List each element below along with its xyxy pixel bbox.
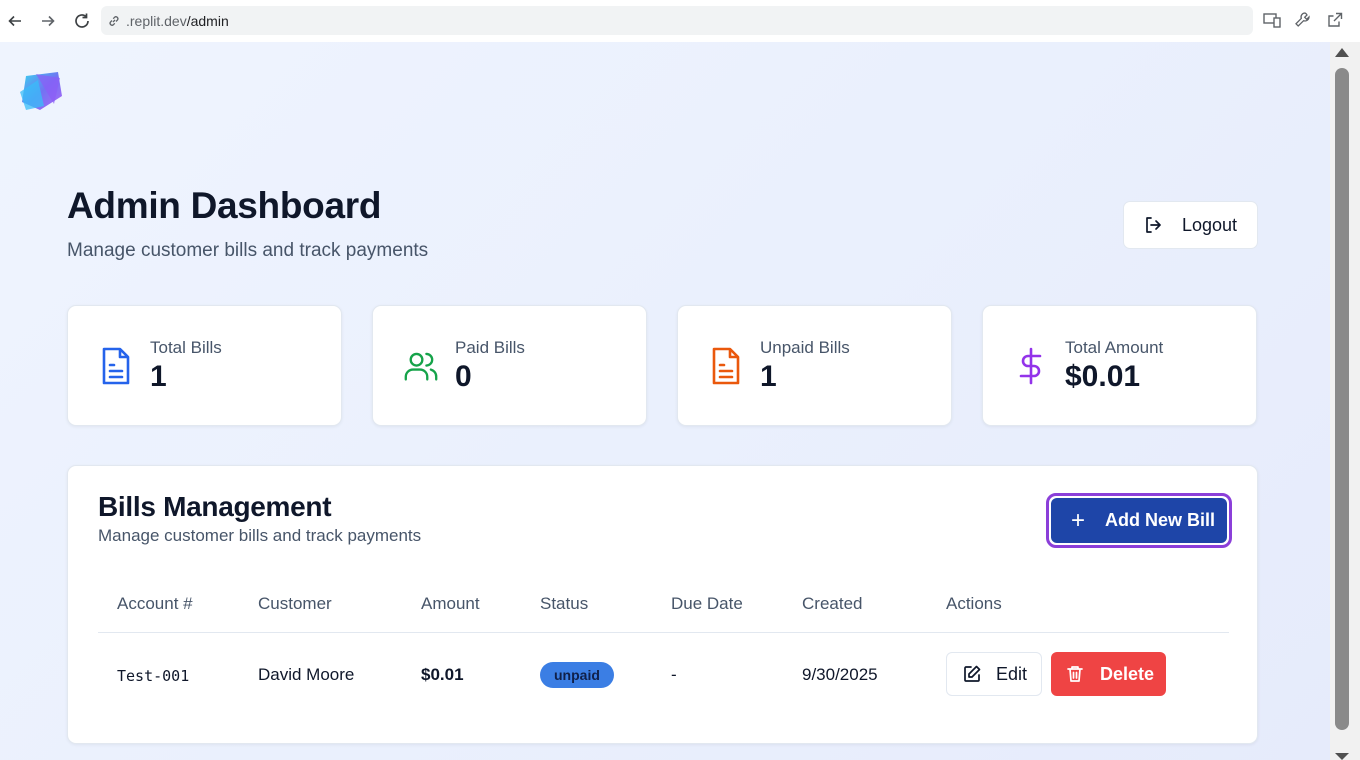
stat-value: $0.01	[1065, 360, 1141, 393]
forward-icon[interactable]	[36, 9, 60, 33]
cell-amount: $0.01	[421, 665, 464, 684]
bills-subtitle: Manage customer bills and track payments	[98, 526, 422, 545]
status-badge: unpaid	[540, 662, 614, 688]
edit-icon	[963, 665, 981, 683]
column-header-customer: Customer	[258, 594, 332, 613]
delete-button[interactable]: Delete	[1051, 652, 1166, 696]
url-path: /admin	[186, 12, 229, 29]
edit-label: Edit	[996, 663, 1028, 684]
bills-title: Bills Management	[98, 491, 332, 522]
stat-card-unpaid-bills: Unpaid Bills 1	[677, 305, 952, 426]
add-new-bill-button[interactable]: + Add New Bill	[1051, 498, 1227, 543]
column-header-created: Created	[802, 594, 863, 613]
stat-card-total-amount: Total Amount $0.01	[982, 305, 1257, 426]
back-icon[interactable]	[3, 9, 27, 33]
cell-customer: David Moore	[258, 665, 355, 684]
wrench-icon[interactable]	[1293, 10, 1313, 30]
plus-icon: +	[1071, 506, 1086, 534]
stat-label: Total Bills	[150, 338, 222, 357]
column-header-account: Account #	[117, 594, 193, 613]
browser-toolbar: .replit.dev/admin	[0, 0, 1360, 42]
users-icon	[404, 347, 438, 385]
logout-label: Logout	[1182, 214, 1238, 235]
page-subtitle: Manage customer bills and track payments	[67, 240, 429, 261]
stat-card-paid-bills: Paid Bills 0	[372, 305, 647, 426]
scrollbar[interactable]	[1330, 42, 1360, 760]
delete-label: Delete	[1100, 663, 1155, 684]
address-bar[interactable]: .replit.dev/admin	[101, 6, 1253, 35]
app-logo	[18, 70, 64, 114]
page-content: Admin Dashboard Manage customer bills an…	[0, 42, 1330, 760]
cell-account: Test-001	[117, 667, 190, 685]
stat-card-total-bills: Total Bills 1	[67, 305, 342, 426]
stat-value: 1	[760, 360, 777, 393]
stat-value: 1	[150, 360, 167, 393]
cell-created: 9/30/2025	[802, 665, 878, 684]
log-out-icon	[1143, 215, 1163, 235]
reload-icon[interactable]	[70, 9, 94, 33]
trash-icon	[1066, 665, 1084, 683]
column-header-actions: Actions	[946, 594, 1002, 613]
link-icon	[107, 13, 123, 29]
column-header-due-date: Due Date	[671, 594, 743, 613]
file-text-icon	[99, 347, 133, 385]
devices-icon[interactable]	[1262, 10, 1282, 30]
dollar-sign-icon	[1014, 347, 1048, 385]
scroll-up-arrow-icon[interactable]	[1335, 48, 1349, 57]
column-header-status: Status	[540, 594, 589, 613]
column-header-amount: Amount	[421, 594, 480, 613]
scrollbar-thumb[interactable]	[1335, 68, 1349, 730]
stat-value: 0	[455, 360, 472, 393]
add-new-bill-label: Add New Bill	[1105, 510, 1216, 530]
stat-label: Paid Bills	[455, 338, 525, 357]
open-external-icon[interactable]	[1325, 10, 1345, 30]
scroll-down-arrow-icon[interactable]	[1335, 753, 1349, 760]
table-divider	[98, 632, 1229, 633]
file-text-icon	[709, 347, 743, 385]
url-domain: .replit.dev	[126, 12, 187, 29]
bills-management-card: Bills Management Manage customer bills a…	[67, 465, 1258, 744]
logout-button[interactable]: Logout	[1123, 201, 1258, 249]
stat-label: Total Amount	[1065, 338, 1164, 357]
stat-label: Unpaid Bills	[760, 338, 850, 357]
edit-button[interactable]: Edit	[946, 652, 1042, 696]
cell-due-date: -	[671, 665, 677, 684]
page-title: Admin Dashboard	[67, 185, 382, 226]
